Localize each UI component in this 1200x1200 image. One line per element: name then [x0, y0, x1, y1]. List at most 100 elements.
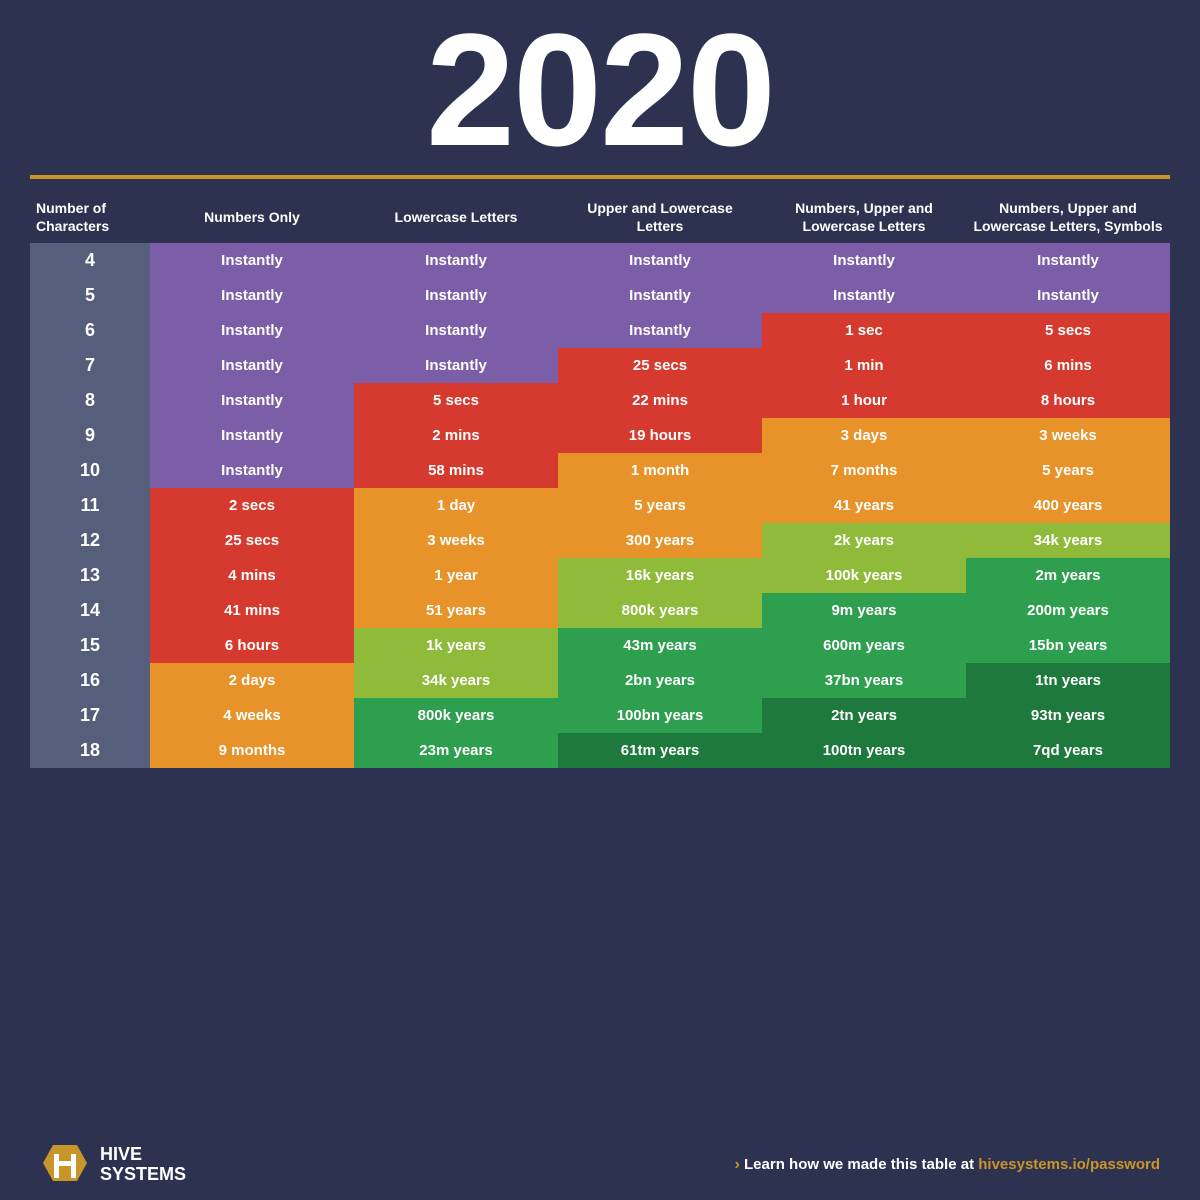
char-count-cell: 13	[30, 558, 150, 593]
data-cell: Instantly	[966, 243, 1170, 278]
data-cell: 16k years	[558, 558, 762, 593]
data-cell: 7qd years	[966, 733, 1170, 768]
data-cell: 100k years	[762, 558, 966, 593]
char-count-cell: 14	[30, 593, 150, 628]
char-count-cell: 10	[30, 453, 150, 488]
data-cell: 100bn years	[558, 698, 762, 733]
data-cell: 5 secs	[354, 383, 558, 418]
table-row: 162 days34k years2bn years37bn years1tn …	[30, 663, 1170, 698]
data-cell: 3 days	[762, 418, 966, 453]
table-row: 134 mins1 year16k years100k years2m year…	[30, 558, 1170, 593]
data-cell: Instantly	[150, 243, 354, 278]
data-cell: 2tn years	[762, 698, 966, 733]
data-cell: 15bn years	[966, 628, 1170, 663]
char-count-cell: 16	[30, 663, 150, 698]
data-cell: 5 years	[558, 488, 762, 523]
data-cell: Instantly	[762, 278, 966, 313]
data-cell: 51 years	[354, 593, 558, 628]
data-cell: 200m years	[966, 593, 1170, 628]
data-cell: 800k years	[354, 698, 558, 733]
data-cell: Instantly	[150, 383, 354, 418]
data-cell: 6 hours	[150, 628, 354, 663]
data-cell: 1 day	[354, 488, 558, 523]
col-header-0: Number of Characters	[30, 191, 150, 243]
footer: HIVE SYSTEMS › Learn how we made this ta…	[30, 1126, 1170, 1200]
data-cell: 400 years	[966, 488, 1170, 523]
data-cell: 2k years	[762, 523, 966, 558]
divider	[30, 175, 1170, 179]
table-row: 156 hours1k years43m years600m years15bn…	[30, 628, 1170, 663]
char-count-cell: 9	[30, 418, 150, 453]
table-row: 9Instantly2 mins19 hours3 days3 weeks	[30, 418, 1170, 453]
data-cell: 37bn years	[762, 663, 966, 698]
data-cell: 4 weeks	[150, 698, 354, 733]
data-cell: Instantly	[966, 278, 1170, 313]
data-cell: 34k years	[966, 523, 1170, 558]
data-cell: Instantly	[354, 278, 558, 313]
data-cell: 58 mins	[354, 453, 558, 488]
footer-link[interactable]: › Learn how we made this table at hivesy…	[735, 1156, 1160, 1174]
data-cell: 2bn years	[558, 663, 762, 698]
data-cell: 2 days	[150, 663, 354, 698]
data-cell: 3 weeks	[966, 418, 1170, 453]
data-cell: 43m years	[558, 628, 762, 663]
table-row: 4InstantlyInstantlyInstantlyInstantlyIns…	[30, 243, 1170, 278]
char-count-cell: 8	[30, 383, 150, 418]
col-header-3: Upper and Lowercase Letters	[558, 191, 762, 243]
table-row: 8Instantly5 secs22 mins1 hour8 hours	[30, 383, 1170, 418]
table-row: 1225 secs3 weeks300 years2k years34k yea…	[30, 523, 1170, 558]
table-row: 6InstantlyInstantlyInstantly1 sec5 secs	[30, 313, 1170, 348]
data-cell: 23m years	[354, 733, 558, 768]
data-cell: 1 hour	[762, 383, 966, 418]
page-title: 2020	[426, 10, 774, 170]
data-cell: 100tn years	[762, 733, 966, 768]
char-count-cell: 7	[30, 348, 150, 383]
data-cell: Instantly	[354, 313, 558, 348]
data-cell: Instantly	[762, 243, 966, 278]
data-cell: 25 secs	[150, 523, 354, 558]
data-cell: 3 weeks	[354, 523, 558, 558]
data-cell: 41 years	[762, 488, 966, 523]
col-header-2: Lowercase Letters	[354, 191, 558, 243]
table-row: 189 months23m years61tm years100tn years…	[30, 733, 1170, 768]
char-count-cell: 4	[30, 243, 150, 278]
data-cell: 1k years	[354, 628, 558, 663]
data-cell: 61tm years	[558, 733, 762, 768]
data-cell: Instantly	[354, 243, 558, 278]
data-cell: 4 mins	[150, 558, 354, 593]
data-cell: 6 mins	[966, 348, 1170, 383]
char-count-cell: 17	[30, 698, 150, 733]
data-cell: 5 secs	[966, 313, 1170, 348]
logo-area: HIVE SYSTEMS	[40, 1140, 186, 1190]
data-cell: Instantly	[354, 348, 558, 383]
data-cell: Instantly	[150, 348, 354, 383]
data-cell: 300 years	[558, 523, 762, 558]
data-cell: Instantly	[150, 278, 354, 313]
data-cell: 7 months	[762, 453, 966, 488]
data-cell: 1 sec	[762, 313, 966, 348]
data-cell: Instantly	[558, 278, 762, 313]
data-cell: 22 mins	[558, 383, 762, 418]
data-cell: 5 years	[966, 453, 1170, 488]
col-header-5: Numbers, Upper and Lowercase Letters, Sy…	[966, 191, 1170, 243]
data-cell: 2 secs	[150, 488, 354, 523]
col-header-4: Numbers, Upper and Lowercase Letters	[762, 191, 966, 243]
table-row: 1441 mins51 years800k years9m years200m …	[30, 593, 1170, 628]
data-cell: 93tn years	[966, 698, 1170, 733]
data-cell: Instantly	[150, 453, 354, 488]
data-cell: 41 mins	[150, 593, 354, 628]
char-count-cell: 15	[30, 628, 150, 663]
data-cell: 34k years	[354, 663, 558, 698]
data-cell: 1 year	[354, 558, 558, 593]
char-count-cell: 12	[30, 523, 150, 558]
table-row: 7InstantlyInstantly25 secs1 min6 mins	[30, 348, 1170, 383]
table-row: 5InstantlyInstantlyInstantlyInstantlyIns…	[30, 278, 1170, 313]
data-cell: 2 mins	[354, 418, 558, 453]
table-row: 10Instantly58 mins1 month7 months5 years	[30, 453, 1170, 488]
data-cell: 1 month	[558, 453, 762, 488]
data-cell: 19 hours	[558, 418, 762, 453]
data-cell: 9 months	[150, 733, 354, 768]
data-cell: Instantly	[558, 243, 762, 278]
data-cell: 1 min	[762, 348, 966, 383]
data-cell: 600m years	[762, 628, 966, 663]
